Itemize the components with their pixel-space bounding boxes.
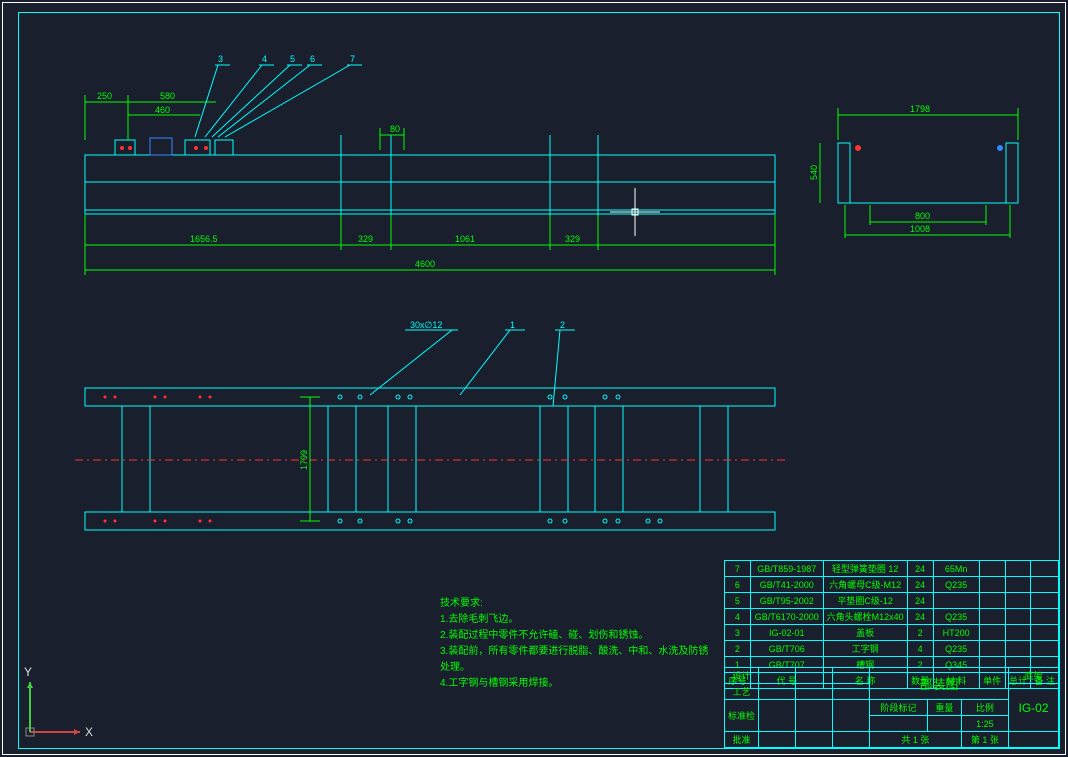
cursor-crosshair [610, 188, 660, 236]
callout-7: 7 [350, 54, 355, 64]
table-row: 5GB/T95-2002平垫圈C级-1224 [725, 593, 1059, 609]
drawing-subtitle: 底架 [1009, 668, 1059, 684]
callout-1: 1 [510, 320, 515, 330]
callout-5: 5 [290, 54, 295, 64]
dim-1008: 1008 [910, 224, 930, 234]
table-row: 7GB/T859-1987轻型弹簧垫圈 122465Mn [725, 561, 1059, 577]
dim-540: 540 [809, 165, 819, 180]
dim-329b: 329 [565, 234, 580, 244]
scale: 1:25 [961, 716, 1008, 732]
section-view: 540 1798 800 1008 [809, 104, 1018, 238]
drawing-title: 部装图 [870, 668, 1009, 700]
note-3: 3.装配前，所有零件都要进行脱脂、酸洗、中和、水洗及防锈处理。 [440, 644, 710, 676]
callout-3: 3 [218, 54, 223, 64]
table-row: 3IG-02-01盖板2HT200 [725, 625, 1059, 641]
dim-329a: 329 [358, 234, 373, 244]
dim-30x12: 30x∅12 [410, 320, 442, 330]
dim-800: 800 [915, 211, 930, 221]
table-row: 4GB/T6170-2000六角头螺栓M12x4024Q235 [725, 609, 1059, 625]
plan-view: 1799 30x∅12 1 2 [75, 320, 785, 530]
callout-6: 6 [310, 54, 315, 64]
technical-notes: 技术要求: 1.去除毛刺飞边。 2.装配过程中零件不允许磕、碰、划伤和锈蚀。 3… [440, 596, 710, 692]
dim-1799: 1799 [299, 450, 309, 470]
note-1: 1.去除毛刺飞边。 [440, 612, 710, 628]
ucs-x: X [85, 725, 93, 739]
note-2: 2.装配过程中零件不允许磕、碰、划伤和锈蚀。 [440, 628, 710, 644]
ucs-icon: X Y [20, 662, 100, 742]
table-row: 6GB/T41-2000六角螺母C级-M1224Q235 [725, 577, 1059, 593]
notes-title: 技术要求: [440, 596, 710, 612]
note-4: 4.工字钢与槽钢采用焊接。 [440, 676, 710, 692]
dim-580: 580 [160, 91, 175, 101]
elevation-view: 250 580 460 80 1656.5 329 1061 329 4600 … [85, 54, 775, 275]
callout-2: 2 [560, 320, 565, 330]
dim-1656: 1656.5 [190, 234, 218, 244]
title-block: 设计 部装图 底架 工艺 IG-02 标准检 阶段标记重量比例 1:25 批准 … [724, 667, 1059, 748]
table-row: 2GB/T706工字钢4Q235 [725, 641, 1059, 657]
dim-250: 250 [97, 91, 112, 101]
dim-80: 80 [390, 124, 400, 134]
callout-4: 4 [262, 54, 267, 64]
dim-1798: 1798 [910, 104, 930, 114]
drawing-number: IG-02 [1009, 684, 1059, 732]
dim-4600: 4600 [415, 259, 435, 269]
ucs-y: Y [24, 665, 32, 679]
dim-1061: 1061 [455, 234, 475, 244]
dim-460: 460 [155, 105, 170, 115]
